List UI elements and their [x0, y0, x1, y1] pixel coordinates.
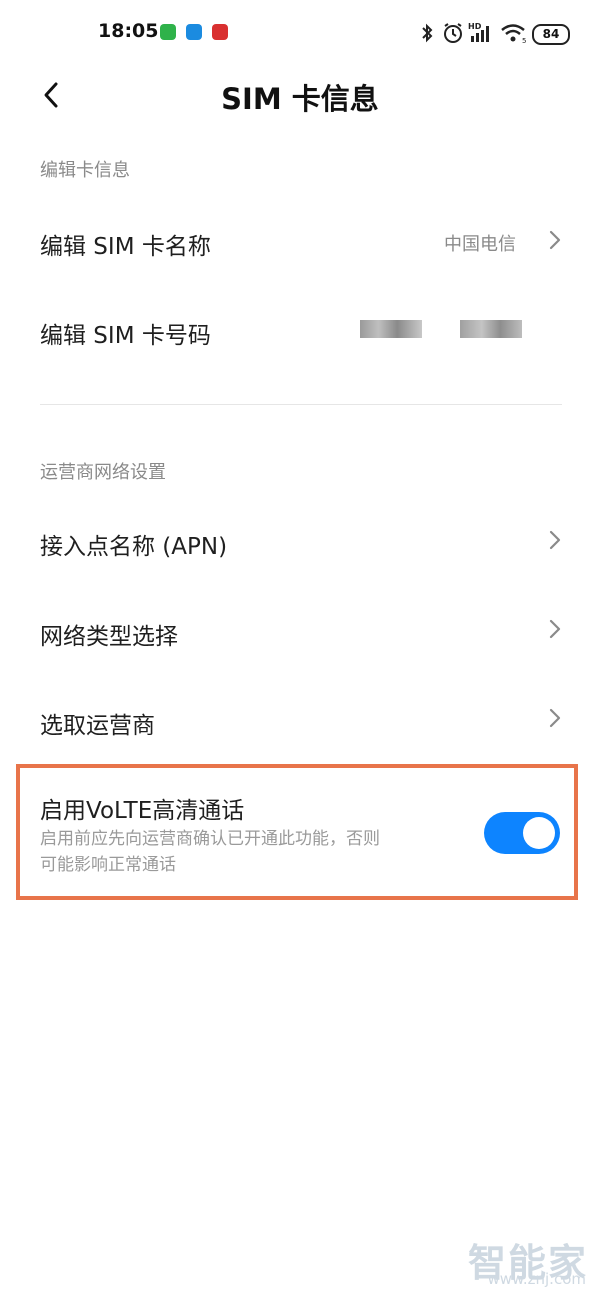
section-label-network: 运营商网络设置 — [40, 462, 166, 483]
signal-hd-icon: HD — [468, 22, 489, 42]
select-carrier-label: 选取运营商 — [40, 713, 155, 739]
battery-indicator: 84 — [532, 24, 570, 45]
blurred-number-segment — [460, 320, 522, 338]
blurred-number-segment — [360, 320, 422, 338]
volte-description: 启用前应先向运营商确认已开通此功能，否则 可能影响正常通话 — [40, 826, 470, 878]
app-notification-icon — [186, 24, 202, 40]
page-title: SIM 卡信息 — [221, 82, 379, 116]
svg-text:HD: HD — [468, 22, 482, 31]
toggle-knob — [523, 817, 555, 849]
volte-desc-line-2: 可能影响正常通话 — [40, 855, 176, 875]
volte-toggle[interactable] — [484, 812, 560, 854]
volte-label: 启用VoLTE高清通话 — [40, 798, 245, 824]
apn-label: 接入点名称 (APN) — [40, 534, 228, 560]
app-notification-icon — [212, 24, 228, 40]
alarm-icon — [444, 23, 462, 43]
app-notification-icon — [160, 24, 176, 40]
edit-sim-name-label: 编辑 SIM 卡名称 — [40, 234, 211, 260]
network-type-label: 网络类型选择 — [40, 624, 178, 650]
chevron-right-icon — [549, 530, 561, 550]
volte-desc-line-1: 启用前应先向运营商确认已开通此功能，否则 — [40, 829, 380, 849]
sim-name-value: 中国电信 — [444, 234, 516, 255]
svg-text:5: 5 — [522, 37, 526, 44]
bluetooth-icon — [422, 23, 433, 43]
section-label-edit: 编辑卡信息 — [40, 160, 130, 181]
chevron-right-icon — [549, 708, 561, 728]
chevron-right-icon — [549, 619, 561, 639]
edit-sim-number-label: 编辑 SIM 卡号码 — [40, 323, 211, 349]
section-divider — [40, 404, 562, 405]
chevron-right-icon — [549, 230, 561, 250]
watermark-url: www.znj.com — [487, 1270, 586, 1288]
status-time: 18:05 — [98, 20, 159, 42]
wifi-icon: 5 — [501, 24, 526, 44]
